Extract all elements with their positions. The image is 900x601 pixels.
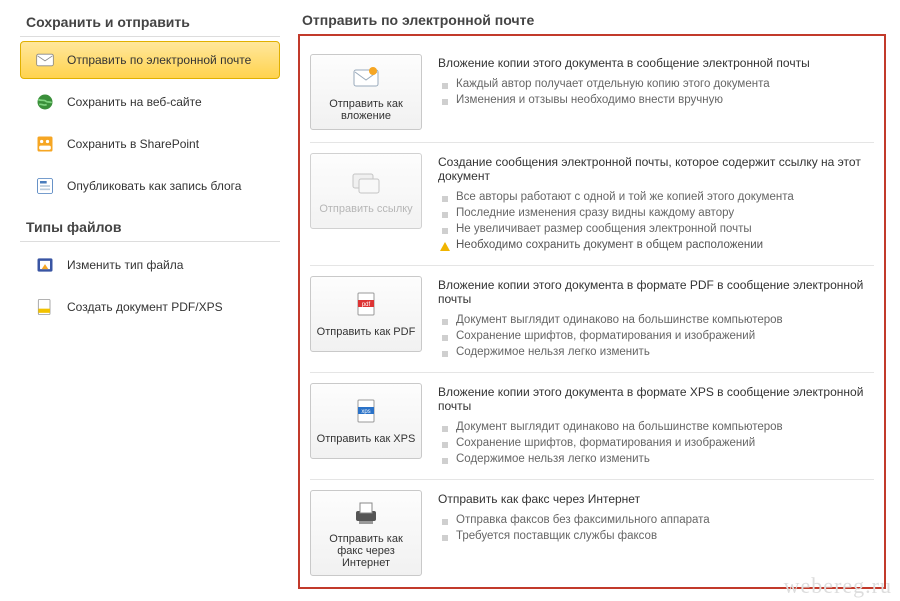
option-bullet: Каждый автор получает отдельную копию эт… xyxy=(438,76,874,92)
sidebar-item-label: Отправить по электронной почте xyxy=(67,53,251,67)
sidebar-item-publish-blog[interactable]: Опубликовать как запись блога xyxy=(20,167,280,205)
svg-text:pdf: pdf xyxy=(362,302,371,308)
content-heading: Отправить по электронной почте xyxy=(298,8,886,34)
content-pane: Отправить по электронной почте Отправить… xyxy=(290,0,900,601)
button-label: Отправить как PDF xyxy=(317,326,416,338)
send-xps-button[interactable]: xps Отправить как XPS xyxy=(310,383,422,459)
sidebar-item-label: Сохранить на веб-сайте xyxy=(67,95,202,109)
blog-icon xyxy=(35,176,55,196)
send-link-button: Отправить ссылку xyxy=(310,153,422,229)
option-bullet: Последние изменения сразу видны каждому … xyxy=(438,205,874,221)
sidebar-item-label: Опубликовать как запись блога xyxy=(67,179,241,193)
sidebar-item-save-sharepoint[interactable]: Сохранить в SharePoint xyxy=(20,125,280,163)
button-label: Отправить как XPS xyxy=(317,433,416,445)
sidebar-heading-file-types: Типы файлов xyxy=(20,215,280,242)
button-label: Отправить ссылку xyxy=(319,203,412,215)
email-options-box: Отправить как вложение Вложение копии эт… xyxy=(298,34,886,589)
option-bullet: Изменения и отзывы необходимо внести вру… xyxy=(438,92,874,108)
option-send-link: Отправить ссылку Создание сообщения элек… xyxy=(310,143,874,266)
sharepoint-icon xyxy=(35,134,55,154)
sidebar-item-label: Сохранить в SharePoint xyxy=(67,137,199,151)
pdf-icon: pdf xyxy=(350,290,382,322)
option-description: Вложение копии этого документа в формате… xyxy=(438,276,874,360)
fax-icon xyxy=(350,497,382,529)
globe-icon xyxy=(35,92,55,112)
mail-icon xyxy=(35,50,55,70)
option-warning: Необходимо сохранить документ в общем ра… xyxy=(438,237,874,253)
send-fax-button[interactable]: Отправить как факс через Интернет xyxy=(310,490,422,576)
sidebar: Сохранить и отправить Отправить по элект… xyxy=(0,0,290,601)
option-send-fax: Отправить как факс через Интернет Отправ… xyxy=(310,480,874,588)
attachment-icon xyxy=(350,62,382,94)
sidebar-item-change-file-type[interactable]: Изменить тип файла xyxy=(20,246,280,284)
button-label: Отправить как факс через Интернет xyxy=(315,533,417,569)
option-title: Создание сообщения электронной почты, ко… xyxy=(438,155,874,183)
option-title: Вложение копии этого документа в формате… xyxy=(438,385,874,413)
sidebar-item-label: Изменить тип файла xyxy=(67,258,183,272)
option-title: Отправить как факс через Интернет xyxy=(438,492,874,506)
option-bullet: Требуется поставщик службы факсов xyxy=(438,528,874,544)
option-bullet: Сохранение шрифтов, форматирования и изо… xyxy=(438,435,874,451)
xps-icon: xps xyxy=(350,397,382,429)
option-bullet: Не увеличивает размер сообщения электрон… xyxy=(438,221,874,237)
send-attachment-button[interactable]: Отправить как вложение xyxy=(310,54,422,130)
watermark: webereg.ru xyxy=(784,573,892,599)
option-send-attachment: Отправить как вложение Вложение копии эт… xyxy=(310,44,874,143)
option-description: Вложение копии этого документа в сообщен… xyxy=(438,54,874,108)
option-description: Отправить как факс через Интернет Отправ… xyxy=(438,490,874,544)
option-bullet: Сохранение шрифтов, форматирования и изо… xyxy=(438,328,874,344)
option-title: Вложение копии этого документа в сообщен… xyxy=(438,56,874,70)
sidebar-item-send-email[interactable]: Отправить по электронной почте xyxy=(20,41,280,79)
sidebar-item-save-web[interactable]: Сохранить на веб-сайте xyxy=(20,83,280,121)
option-description: Вложение копии этого документа в формате… xyxy=(438,383,874,467)
option-description: Создание сообщения электронной почты, ко… xyxy=(438,153,874,253)
svg-text:xps: xps xyxy=(361,409,370,415)
option-bullet: Содержимое нельзя легко изменить xyxy=(438,451,874,467)
option-bullet: Отправка факсов без факсимильного аппара… xyxy=(438,512,874,528)
option-bullet: Документ выглядит одинаково на большинст… xyxy=(438,312,874,328)
file-type-icon xyxy=(35,255,55,275)
option-title: Вложение копии этого документа в формате… xyxy=(438,278,874,306)
button-label: Отправить как вложение xyxy=(315,98,417,122)
option-send-xps: xps Отправить как XPS Вложение копии это… xyxy=(310,373,874,480)
option-bullet: Содержимое нельзя легко изменить xyxy=(438,344,874,360)
sidebar-item-create-pdf-xps[interactable]: Создать документ PDF/XPS xyxy=(20,288,280,326)
sidebar-heading-save-send: Сохранить и отправить xyxy=(20,10,280,37)
send-pdf-button[interactable]: pdf Отправить как PDF xyxy=(310,276,422,352)
sidebar-item-label: Создать документ PDF/XPS xyxy=(67,300,223,314)
link-mail-icon xyxy=(350,167,382,199)
option-bullet: Документ выглядит одинаково на большинст… xyxy=(438,419,874,435)
pdf-xps-icon xyxy=(35,297,55,317)
option-bullet: Все авторы работают с одной и той же коп… xyxy=(438,189,874,205)
option-send-pdf: pdf Отправить как PDF Вложение копии это… xyxy=(310,266,874,373)
